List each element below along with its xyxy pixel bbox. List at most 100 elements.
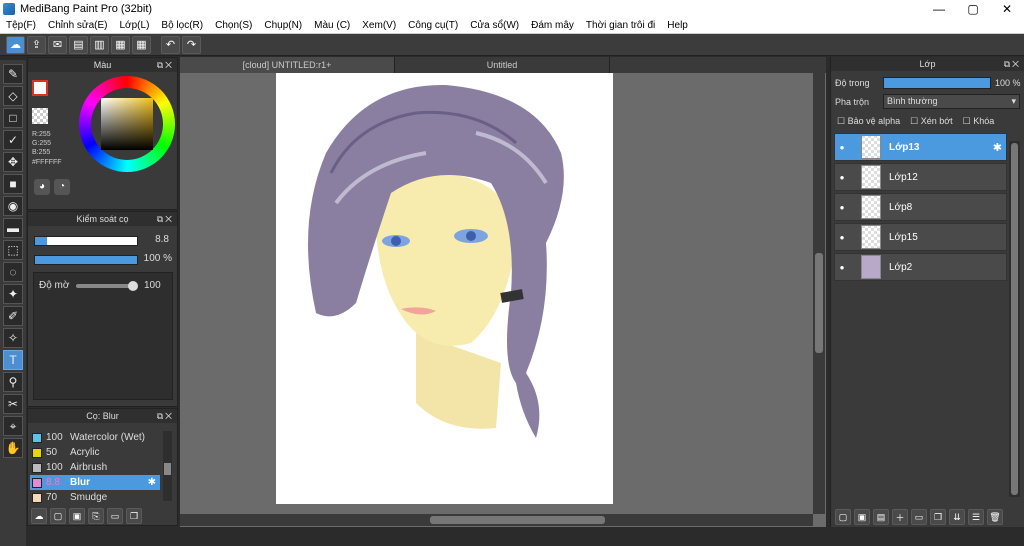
folder-icon[interactable]: ▭ [107,508,123,524]
document-icon[interactable]: ▤ [69,35,88,54]
blend-mode-select[interactable]: Bình thường ▾ [883,94,1020,109]
select-pen-icon[interactable]: ✐ [3,306,23,326]
comment-icon[interactable]: ✉ [48,35,67,54]
merge-layer-icon[interactable]: ⇊ [949,509,965,525]
menu-help[interactable]: Help [661,20,694,31]
clip-checkbox[interactable]: ☐ Xén bớt [910,116,953,127]
panel-buttons[interactable]: ⧉✕ [157,409,174,423]
shape-tool-icon[interactable]: ■ [3,174,23,194]
panel-buttons[interactable]: ⧉✕ [157,212,174,226]
palette-icon[interactable]: ◕ [34,179,50,195]
add-layer-menu-icon[interactable]: ＋ [892,509,908,525]
gear-icon[interactable]: ✱ [148,477,156,488]
menu-color[interactable]: Màu (C) [308,20,356,31]
menu-tools[interactable]: Công cụ(T) [402,20,464,31]
brush-opacity-slider[interactable] [34,255,138,265]
new-brush-icon[interactable]: ▢ [50,508,66,524]
eraser-tool-icon[interactable]: ◇ [3,86,23,106]
panel-buttons[interactable]: ⧉✕ [1004,57,1021,71]
visibility-icon[interactable]: ● [835,263,849,272]
lock-checkbox[interactable]: ☐ Khóa [963,116,995,127]
blur-strength-slider[interactable] [76,281,138,291]
saturation-square[interactable] [101,98,153,150]
cloud-icon[interactable]: ☁ [6,35,25,54]
visibility-icon[interactable]: ● [835,173,849,182]
menu-view[interactable]: Xem(V) [356,20,402,31]
slider-handle[interactable] [128,281,138,291]
menu-select[interactable]: Chọn(S) [209,20,258,31]
horizontal-scroll-thumb[interactable] [430,516,605,524]
move-tool-icon[interactable]: ✥ [3,152,23,172]
hand-tool-icon[interactable]: ✋ [3,438,23,458]
undo-icon[interactable]: ↶ [161,35,180,54]
layer-item-12[interactable]: ● Lớp12 [834,163,1007,191]
eyedropper-icon[interactable]: ⌖ [3,416,23,436]
dot-tool-icon[interactable]: □ [3,108,23,128]
brush-size-value[interactable]: 8.8 [144,234,169,248]
layer-folder-icon[interactable]: ▭ [911,509,927,525]
brush-item-smudge[interactable]: 70 Smudge [30,490,160,505]
menu-file[interactable]: Tệp(F) [0,20,42,31]
new-layer-icon[interactable]: ▢ [835,509,851,525]
menu-edit[interactable]: Chỉnh sửa(E) [42,20,114,31]
text-tool-icon[interactable]: T [3,350,23,370]
layer-item-13[interactable]: ● Lớp13 ✱ [834,133,1007,161]
redo-icon[interactable]: ↷ [182,35,201,54]
cloud-brush-icon[interactable]: ☁ [31,508,47,524]
share-icon[interactable]: ⇪ [27,35,46,54]
drawing-canvas[interactable] [276,73,613,504]
layer-item-15[interactable]: ● Lớp15 [834,223,1007,251]
select-tool-icon[interactable]: ⬚ [3,240,23,260]
new-halftone-layer-icon[interactable]: ▣ [854,509,870,525]
panel-buttons[interactable]: ⧉✕ [157,58,174,72]
visibility-icon[interactable]: ● [835,203,849,212]
pages-icon[interactable]: ▦ [111,35,130,54]
menu-cloud[interactable]: Đám mây [525,20,580,31]
hue-wheel[interactable] [79,76,175,172]
close-button[interactable]: ✕ [990,2,1024,16]
menu-timelapse[interactable]: Thời gian trôi đi [580,20,661,31]
page-icon[interactable]: ▥ [90,35,109,54]
menu-snap[interactable]: Chụp(N) [258,20,308,31]
layer-item-8[interactable]: ● Lớp8 [834,193,1007,221]
brush-list-scrollbar[interactable] [163,431,172,501]
operation-tool-icon[interactable]: ⚲ [3,372,23,392]
duplicate-layer-icon[interactable]: ❐ [930,509,946,525]
brush-item-acrylic[interactable]: 50 Acrylic [30,445,160,460]
menu-window[interactable]: Cửa sổ(W) [464,20,525,31]
tab-cloud-untitled[interactable]: [cloud] UNTITLED:r1+ [180,57,395,73]
select-eraser-icon[interactable]: ✧ [3,328,23,348]
brush-item-watercolor-wet[interactable]: 100 Watercolor (Wet) [30,430,160,445]
menu-filter[interactable]: Bộ lọc(R) [155,20,209,31]
menu-layer[interactable]: Lớp(L) [114,20,156,31]
vertical-scroll-thumb[interactable] [815,253,823,353]
gear-icon[interactable]: ✱ [993,141,1002,154]
minimize-button[interactable]: — [922,2,956,16]
brush-item-airbrush[interactable]: 100 Airbrush [30,460,160,475]
maximize-button[interactable]: ▢ [956,2,990,16]
visibility-icon[interactable]: ● [835,233,849,242]
brush-tool-icon[interactable]: ✎ [3,64,23,84]
copy-brush-icon[interactable]: ⎘ [88,508,104,524]
add-brush-icon[interactable]: ▣ [69,508,85,524]
color-history-icon[interactable]: ◔ [54,179,70,195]
canvas-vertical-scrollbar[interactable] [813,73,825,514]
brush-item-blur[interactable]: 8.8 Blur ✱ [30,475,160,490]
new-8bit-layer-icon[interactable]: ▤ [873,509,889,525]
canvas-horizontal-scrollbar[interactable] [180,514,813,526]
layer-list-scrollbar[interactable] [1009,141,1020,497]
magic-wand-icon[interactable]: ✦ [3,284,23,304]
transparent-swatch[interactable] [32,108,48,124]
delete-layer-icon[interactable]: 🗑 [987,509,1003,525]
fill-tool-icon[interactable]: ◉ [3,196,23,216]
layer-opacity-slider[interactable] [883,77,991,89]
gradient-tool-icon[interactable]: ▬ [3,218,23,238]
correction-tool-icon[interactable]: ✓ [3,130,23,150]
lasso-tool-icon[interactable]: ◌ [3,262,23,282]
foreground-color-swatch[interactable] [32,80,48,96]
visibility-icon[interactable]: ● [835,143,849,152]
brush-size-slider[interactable] [34,236,138,246]
layer-settings-icon[interactable]: ☰ [968,509,984,525]
tab-untitled[interactable]: Untitled [395,57,610,73]
layer-item-2[interactable]: ● Lớp2 [834,253,1007,281]
